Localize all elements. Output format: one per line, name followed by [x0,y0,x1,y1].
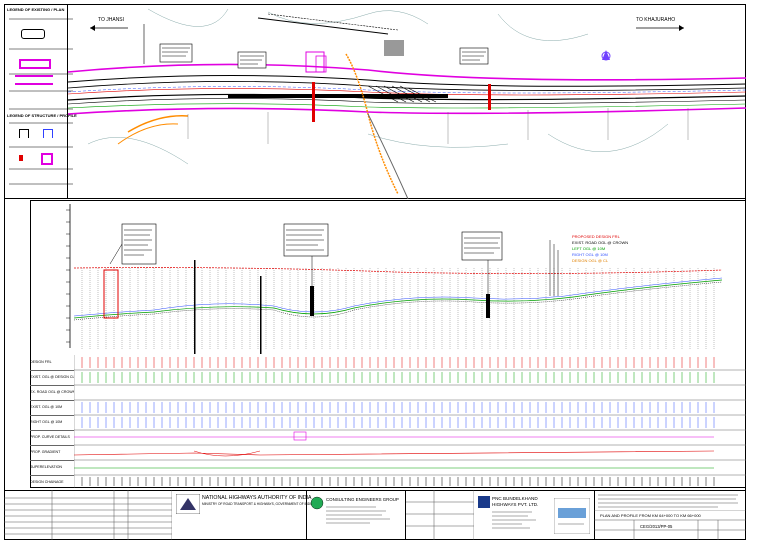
profile-legend-5: DESIGN OGL @ CL [572,258,609,263]
drawing-title-grid [594,510,746,540]
profile-row-label-right-ogl: RIGHT OGL @ 10M [30,415,74,431]
signature-table [406,490,474,540]
profile-row-label-exist-ogl-10m: EXIST. OGL @ 10M [30,400,74,416]
profile-row-label-superelevation: SUPERELEVATION [30,460,74,476]
direction-label-right: TO KHAJURAHO [636,17,676,23]
legend-grid-lines [9,18,73,185]
contractor-partner-logo [554,498,590,534]
drawing-notes-lines [598,494,738,508]
client-sub: MINISTRY OF ROAD TRANSPORT & HIGHWAYS, G… [202,502,314,506]
consultant-text-lines [326,506,390,524]
consultant-logo [310,496,324,510]
client-name: NATIONAL HIGHWAYS AUTHORITY OF INDIA [202,495,312,501]
consultant-name: CONSULTING ENGINEERS GROUP [326,497,399,502]
profile-graph [74,223,723,354]
elevation-scale [66,204,71,348]
direction-label-left: TO JHANSI [98,17,125,23]
plan-legend-panel: LEGEND OF EXISTING / PLAN LEGEND OF STRU… [4,4,77,199]
profile-legend-1: PROPOSED DESIGN FRL [572,234,620,239]
revision-table [4,490,172,540]
profile-row-label-road-ogl-crown: EX. ROAD OGL @ CROWN [30,385,74,401]
profile-row-label-design-frl: DESIGN FRL [30,355,74,371]
profile-legend-3: LEFT OGL @ 10M [572,246,606,251]
profile-legend-2: EXIST. ROAD OGL @ CROWN [572,240,629,245]
profile-legend-4: RIGHT OGL @ 10M [572,252,608,257]
contractor-logo [478,496,490,508]
contractor-name: PNC BUNDELKHAND HIGHWAYS PVT. LTD. [492,496,539,507]
profile-row-label-curve: PROP. CURVE DETAILS [30,430,74,446]
profile-row-label-exist-ogl-cl: EXIST. OGL @ DESIGN CL [30,370,74,386]
plan-drawing [68,8,746,199]
profile-data-table [74,355,746,488]
profile-row-label-chainage: DESIGN CHAINAGE [30,475,74,491]
nhai-logo [176,494,200,514]
profile-row-label-gradient: PROP. GRADIENT [30,445,74,461]
contractor-text-lines [492,511,536,529]
